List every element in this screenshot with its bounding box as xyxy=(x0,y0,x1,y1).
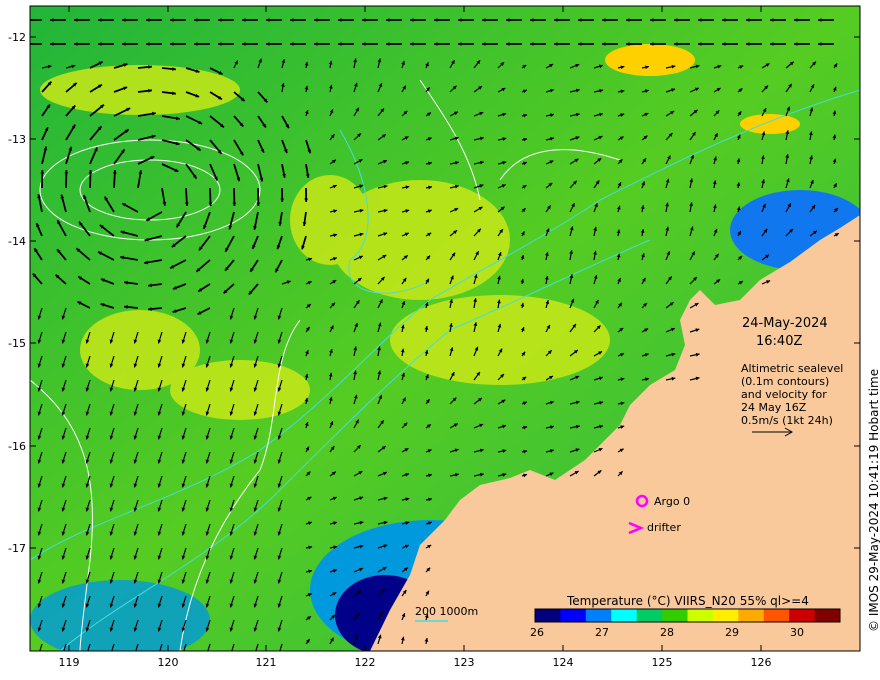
isobath-legend: 200 1000m xyxy=(415,605,478,618)
y-tick-label: -15 xyxy=(8,337,26,350)
velocity-arrowhead xyxy=(278,652,282,656)
colorbar-segment xyxy=(763,609,790,622)
colorbar-segment xyxy=(662,609,688,622)
colorbar-segment xyxy=(712,609,739,622)
colorbar-tick-label: 27 xyxy=(595,626,609,639)
velocity-arrowhead xyxy=(62,652,66,656)
map-date: 24-May-2024 xyxy=(742,316,828,331)
x-tick-label: 123 xyxy=(454,656,475,669)
x-tick-label: 120 xyxy=(158,656,179,669)
velocity-arrowhead xyxy=(206,652,210,656)
x-tick-label: 125 xyxy=(652,656,673,669)
x-tick-label: 124 xyxy=(553,656,574,669)
colorbar-tick-label: 26 xyxy=(530,626,544,639)
velocity-arrowhead xyxy=(86,652,90,656)
y-tick-label: -13 xyxy=(8,133,26,146)
y-tick-label: -12 xyxy=(8,31,26,44)
colorbar-segment xyxy=(789,609,816,622)
svg-text:and velocity for: and velocity for xyxy=(741,388,827,401)
colorbar-segment xyxy=(585,609,612,622)
velocity-arrowhead xyxy=(230,652,234,656)
velocity-arrowhead xyxy=(38,652,42,656)
colorbar-title: Temperature (°C) VIIRS_N20 55% ql>=4 xyxy=(566,594,809,608)
colorbar-tick-label: 30 xyxy=(790,626,804,639)
velocity-arrowhead xyxy=(134,652,138,656)
colorbar-segment xyxy=(535,609,561,622)
velocity-arrowhead xyxy=(26,42,30,46)
svg-text:(0.1m contours): (0.1m contours) xyxy=(741,375,829,388)
velocity-arrowhead xyxy=(254,652,258,656)
argo-label: Argo 0 xyxy=(654,495,690,508)
velocity-arrowhead xyxy=(110,652,114,656)
colorbar-segment xyxy=(738,609,765,622)
y-tick-label: -14 xyxy=(8,235,26,248)
drifter-label: drifter xyxy=(647,521,681,534)
colorbar xyxy=(534,608,841,623)
sst-map-figure: 24-May-2024 16:40Z Altimetric sealevel (… xyxy=(8,5,880,669)
colorbar-segment xyxy=(611,609,638,622)
colorbar-segment xyxy=(560,609,587,622)
y-tick-label: -17 xyxy=(8,542,26,555)
y-tick-label: -16 xyxy=(8,440,26,453)
svg-text:Altimetric sealevel: Altimetric sealevel xyxy=(741,362,843,375)
x-tick-label: 126 xyxy=(751,656,772,669)
velocity-arrowhead xyxy=(158,652,162,656)
x-tick-label: 122 xyxy=(355,656,376,669)
svg-text:24 May 16Z: 24 May 16Z xyxy=(741,401,807,414)
colorbar-tick-label: 28 xyxy=(660,626,674,639)
x-tick-label: 121 xyxy=(256,656,277,669)
velocity-arrowhead xyxy=(182,652,186,656)
svg-text:0.5m/s (1kt 24h): 0.5m/s (1kt 24h) xyxy=(741,414,833,427)
colorbar-tick-label: 29 xyxy=(725,626,739,639)
colorbar-segment xyxy=(814,609,841,622)
x-tick-label: 119 xyxy=(59,656,80,669)
map-time: 16:40Z xyxy=(756,334,802,349)
colorbar-segment xyxy=(687,609,714,622)
velocity-arrowhead xyxy=(26,18,30,22)
copyright-text: © IMOS 29-May-2024 10:41:19 Hobart time xyxy=(867,369,880,632)
colorbar-segment xyxy=(636,609,663,622)
map-area: 24-May-2024 16:40Z Altimetric sealevel (… xyxy=(26,6,860,656)
